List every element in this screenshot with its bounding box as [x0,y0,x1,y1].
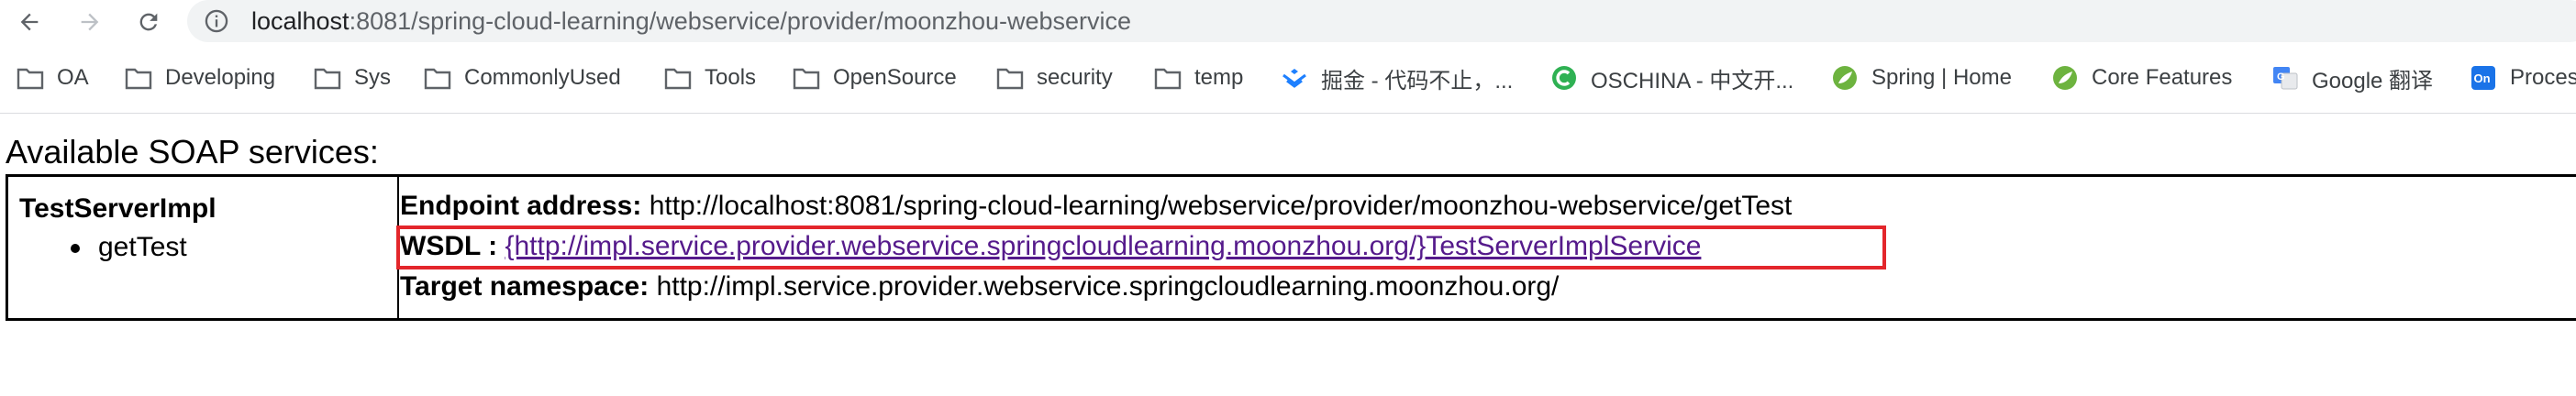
bookmark-oschina[interactable]: OSCHINA - 中文开... [1549,57,1793,99]
wsdl-row: WSDL : {http://impl.service.provider.web… [400,231,1701,262]
bookmark-label: CommonlyUsed [464,65,621,90]
folder-icon [422,62,453,94]
bookmark-core-features[interactable]: Core Features [2049,57,2232,99]
folder-icon [123,62,154,94]
juejin-icon [1279,62,1310,94]
reload-icon [139,13,158,31]
bookmark-label: Spring | Home [1871,65,2012,90]
bookmark-opensource[interactable]: OpenSource [791,57,957,99]
wsdl-label: WSDL : [400,231,498,261]
bookmark-label: OSCHINA - 中文开... [1591,68,1794,94]
bookmark-label: Proces [2510,65,2576,90]
bookmark-sys[interactable]: Sys [312,57,391,99]
folder-icon [15,62,46,94]
url-host: localhost [251,7,350,35]
bookmark-commonlyused[interactable]: CommonlyUsed [422,57,621,99]
endpoint-address-row: Endpoint address: http://localhost:8081/… [400,191,1792,222]
bookmark-process-on[interactable]: On Proces [2468,57,2576,99]
bookmark-tools[interactable]: Tools [662,57,756,99]
bookmark-label: Tools [705,65,757,90]
bookmark-label: temp [1194,65,1244,90]
folder-icon [1152,62,1183,94]
toolbar-divider [0,113,2576,114]
bookmark-security[interactable]: security [994,57,1113,99]
bookmark-developing[interactable]: Developing [123,57,275,99]
google-translate-icon: G [2270,62,2301,94]
bookmark-label: security [1037,65,1113,90]
spring-icon [1829,62,1860,94]
bookmark-oa[interactable]: OA [15,57,89,99]
folder-icon [791,62,822,94]
bookmark-juejin[interactable]: 掘金 - 代码不止，... [1279,57,1513,99]
bookmark-label: Developing [165,65,276,90]
folder-icon [312,62,343,94]
svg-text:On: On [2474,72,2491,85]
namespace-value: http://impl.service.provider.webservice.… [656,271,1560,302]
url-path: :8081/spring-cloud-learning/webservice/p… [349,7,1132,35]
bookmark-google-translate[interactable]: G Google 翻译 [2270,57,2433,99]
forward-button[interactable] [73,6,106,38]
bookmark-label: Google 翻译 [2312,68,2434,94]
folder-icon [662,62,694,94]
arrow-right-icon [81,13,99,31]
arrow-left-icon [20,13,39,31]
svg-text:G: G [2277,72,2285,82]
endpoint-value: http://localhost:8081/spring-cloud-learn… [649,191,1793,221]
folder-icon [994,62,1026,94]
spring-icon [2049,62,2081,94]
bookmark-label: 掘金 - 代码不止，... [1321,68,1514,94]
operation-list: getTest [63,232,187,263]
bookmark-spring-home[interactable]: Spring | Home [1829,57,2012,99]
bookmark-label: OA [57,65,89,90]
service-name: TestServerImpl [19,193,217,224]
info-icon[interactable] [204,8,229,34]
page-title: Available SOAP services: [6,133,379,170]
endpoint-label: Endpoint address: [400,191,642,221]
url-text[interactable]: localhost:8081/spring-cloud-learning/web… [251,6,1131,36]
column-divider [397,177,399,318]
target-namespace-row: Target namespace: http://impl.service.pr… [400,271,1559,302]
reload-button[interactable] [132,6,165,38]
bookmarks-bar: OA Developing Sys CommonlyUsed Tools Ope… [0,57,2576,99]
bookmark-label: Core Features [2092,65,2233,90]
back-button[interactable] [13,6,46,38]
oschina-icon [1549,62,1580,94]
operation-item: getTest [63,232,187,263]
wsdl-link[interactable]: {http://impl.service.provider.webservice… [505,231,1701,261]
namespace-label: Target namespace: [400,271,650,302]
bookmark-temp[interactable]: temp [1152,57,1243,99]
bookmark-label: OpenSource [833,65,957,90]
browser-toolbar: localhost:8081/spring-cloud-learning/web… [0,0,2576,46]
on-icon: On [2468,62,2499,94]
bookmark-label: Sys [354,65,392,90]
